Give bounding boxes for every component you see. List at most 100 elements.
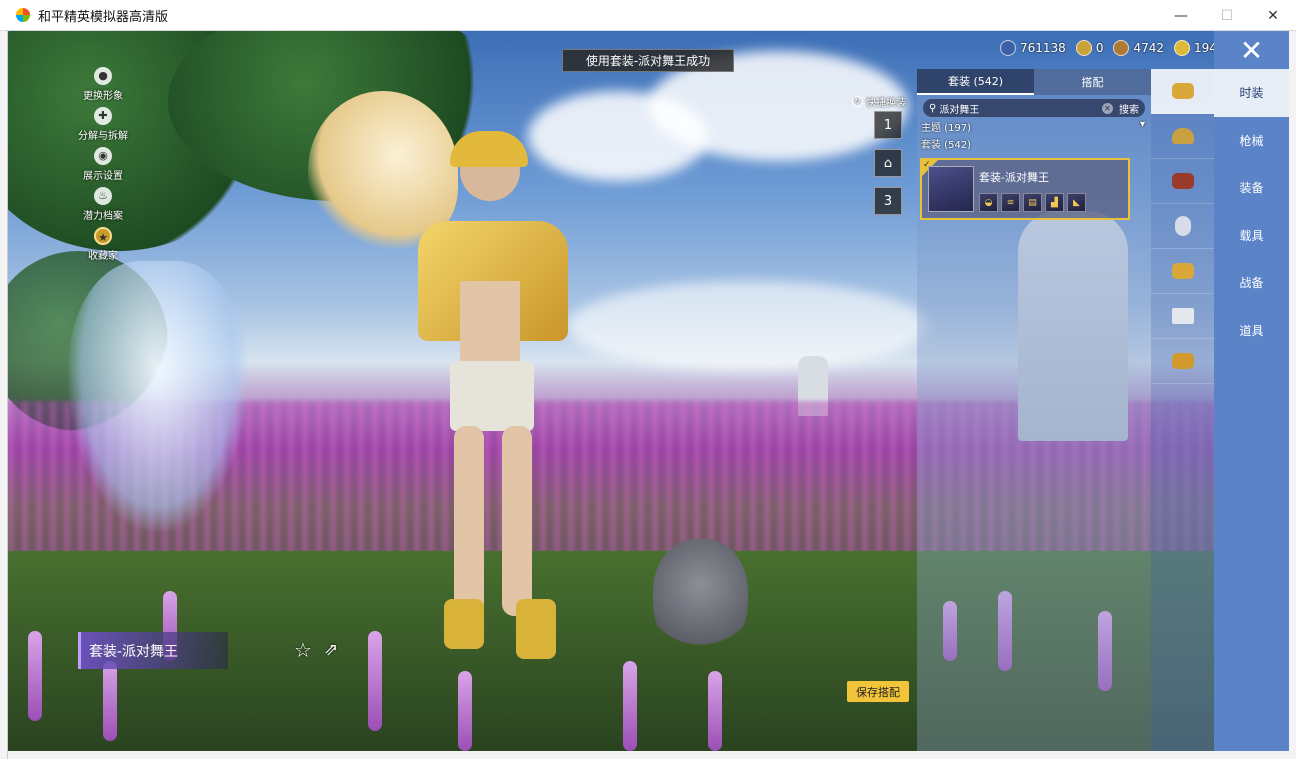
category-gear[interactable]: 战备 (1214, 259, 1289, 307)
category-items[interactable]: 道具 (1214, 307, 1289, 355)
tab-outfits[interactable]: 搭配 (1034, 69, 1151, 95)
bronze-coin-icon (1113, 40, 1130, 56)
theme-filter[interactable]: 主题 (197) ▾ (917, 117, 1151, 134)
quick-swap-text: 快捷换装 (866, 98, 906, 109)
character-torso (460, 281, 520, 371)
maximize-button[interactable]: ☐ (1204, 0, 1250, 31)
currency-bronze: 4742 (1113, 40, 1164, 56)
lock-icon: ⌂ (883, 155, 893, 171)
category-vehicles[interactable]: 载具 (1214, 212, 1289, 260)
quick-swap-slot-3[interactable]: 3 (874, 187, 902, 215)
currency-bar: 761138 0 4742 194939 (1000, 40, 1240, 56)
currency-value: 0 (1095, 41, 1104, 55)
panel-tabs: 套装 (542) 搭配 (917, 69, 1151, 95)
sub-item-mask[interactable] (1151, 204, 1214, 249)
character-leg (454, 426, 484, 616)
category-equipment[interactable]: 装备 (1214, 164, 1289, 212)
currency-blue: 761138 (1000, 40, 1066, 56)
left-menu-item-display-settings[interactable]: ◉ 展示设置 (68, 147, 138, 187)
wing-icon[interactable]: ≋ (1001, 193, 1020, 212)
search-bar[interactable]: ⚲ 派对舞王 ✕ 搜索 (923, 99, 1145, 117)
left-menu-label: 展示设置 (83, 171, 123, 182)
category-fashion[interactable]: 时装 (1214, 69, 1289, 117)
minimize-button[interactable]: — (1158, 0, 1204, 31)
tab-suits[interactable]: 套装 (542) (917, 69, 1034, 95)
sub-item-shoe[interactable] (1151, 159, 1214, 204)
desktop-background-right (1289, 31, 1296, 759)
lupine-flower (623, 661, 637, 751)
category-column: 时装 枪械 装备 载具 战备 道具 (1214, 69, 1289, 751)
clear-search-icon[interactable]: ✕ (1102, 102, 1113, 114)
character-boot (444, 599, 484, 649)
character-boot (516, 599, 556, 659)
sub-item-box[interactable] (1151, 294, 1214, 339)
slot-icon-column (1151, 69, 1214, 751)
share-icon[interactable]: ⇗ (319, 638, 343, 662)
quick-swap-label: ↻ 快捷换装 (852, 94, 906, 109)
grey-sheep-pet (653, 539, 748, 654)
lupine-flower (103, 661, 117, 741)
cap-icon[interactable]: ◒ (979, 193, 998, 212)
search-input[interactable]: 派对舞王 (939, 101, 1102, 116)
game-viewport[interactable]: ● 更换形象 ✚ 分解与拆解 ◉ 展示设置 ♨ 潜力档案 ★ 收藏家 使用套装-… (8, 31, 1289, 751)
boot-icon[interactable]: ▟ (1045, 193, 1064, 212)
wardrobe-panel: 套装 (542) 搭配 ⚲ 派对舞王 ✕ 搜索 主题 (197) ▾ 套装 (5… (917, 69, 1151, 751)
puzzle-icon: ✚ (94, 107, 112, 125)
suit-items: ◒ ≋ ▤ ▟ ◣ (979, 193, 1086, 212)
shoe-icon[interactable]: ◣ (1067, 193, 1086, 212)
left-menu: ● 更换形象 ✚ 分解与拆解 ◉ 展示设置 ♨ 潜力档案 ★ 收藏家 (68, 67, 138, 267)
currency-value: 4742 (1133, 41, 1164, 55)
window-close-button[interactable]: ✕ (1250, 0, 1296, 31)
quick-swap-slot-2[interactable]: ⌂ (874, 149, 902, 177)
suit-thumbnail (928, 166, 974, 212)
character-cap (450, 131, 528, 167)
favorite-star-icon[interactable]: ☆ (291, 638, 315, 662)
suit-count-row: 套装 (542) (917, 134, 1151, 151)
mask-icon (1174, 216, 1191, 236)
box-icon (1171, 308, 1194, 324)
lupine-flower (368, 631, 382, 731)
theme-filter-label: 主题 (197) (921, 123, 972, 134)
ice-unicorn-mount (68, 261, 248, 531)
left-menu-label: 分解与拆解 (78, 131, 128, 142)
app-icon (16, 8, 30, 22)
left-menu-item-change-look[interactable]: ● 更换形象 (68, 67, 138, 107)
left-menu-item-decompose[interactable]: ✚ 分解与拆解 (68, 107, 138, 147)
left-menu-label: 更换形象 (83, 91, 123, 102)
tshirt-icon[interactable]: ▤ (1023, 193, 1042, 212)
search-button[interactable]: 搜索 (1119, 101, 1139, 116)
lupine-flower (708, 671, 722, 751)
sub-item-wing[interactable] (1151, 249, 1214, 294)
save-outfit-button[interactable]: 保存搭配 (847, 681, 909, 702)
wing-icon (1171, 263, 1194, 279)
window-titlebar: 和平精英模拟器高清版 — ☐ ✕ (0, 0, 1296, 31)
left-menu-item-collector[interactable]: ★ 收藏家 (68, 227, 138, 267)
slot-number: 3 (883, 193, 893, 209)
category-weapons[interactable]: 枪械 (1214, 117, 1289, 165)
window-title: 和平精英模拟器高清版 (38, 9, 169, 25)
currency-value: 761138 (1020, 41, 1066, 55)
character-shorts (450, 361, 534, 431)
outfit-icon (1171, 83, 1194, 99)
desktop-background-left (0, 31, 8, 759)
fire-icon: ♨ (94, 187, 112, 205)
currency-gold-a: 0 (1075, 40, 1104, 56)
collector-badge-icon: ★ (94, 227, 112, 245)
left-menu-label: 收藏家 (88, 251, 118, 262)
sub-item-hat[interactable] (1151, 114, 1214, 159)
lupine-flower (458, 671, 472, 751)
search-icon: ⚲ (929, 102, 937, 114)
left-menu-item-potential-archive[interactable]: ♨ 潜力档案 (68, 187, 138, 227)
sub-item-glove[interactable] (1151, 339, 1214, 384)
dropdown-arrow-icon: ▾ (1139, 119, 1145, 130)
suit-card[interactable]: ✓ 套装-派对舞王 ◒ ≋ ▤ ▟ ◣ (920, 158, 1130, 220)
character-leg (502, 426, 532, 616)
slot-number: 1 (883, 117, 893, 133)
quick-swap-slot-1[interactable]: 1 (874, 111, 902, 139)
game-close-button[interactable]: ✕ (1214, 31, 1289, 69)
shoe-icon (1171, 173, 1194, 189)
sub-item-outfit[interactable] (1151, 69, 1214, 114)
player-character[interactable] (398, 131, 588, 671)
lupine-flower (28, 631, 42, 721)
gold-a-coin-icon (1075, 40, 1092, 56)
